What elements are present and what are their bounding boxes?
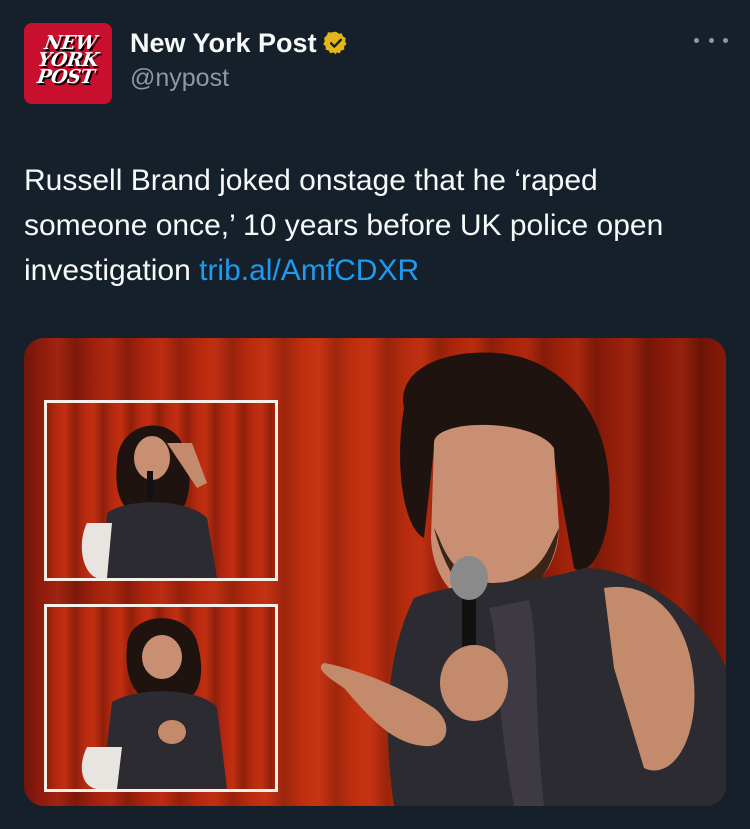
main-performer-figure [320,352,726,806]
more-options-icon[interactable] [694,30,728,50]
tweet-text: Russell Brand joked onstage that he ‘rap… [24,158,724,293]
account-avatar[interactable]: NEW YORK POST [24,23,112,104]
account-name-row[interactable]: New York Post [130,25,349,61]
tweet-media-image[interactable] [24,338,726,806]
inset-photo-top [44,400,278,581]
display-name[interactable]: New York Post [130,28,317,59]
new-york-post-logo: NEW YORK POST [35,32,100,88]
tweet-link[interactable]: trib.al/AmfCDXR [199,254,419,287]
inset-photo-bottom [44,604,278,792]
account-handle[interactable]: @nypost [130,64,229,93]
verified-badge-icon [322,31,347,55]
